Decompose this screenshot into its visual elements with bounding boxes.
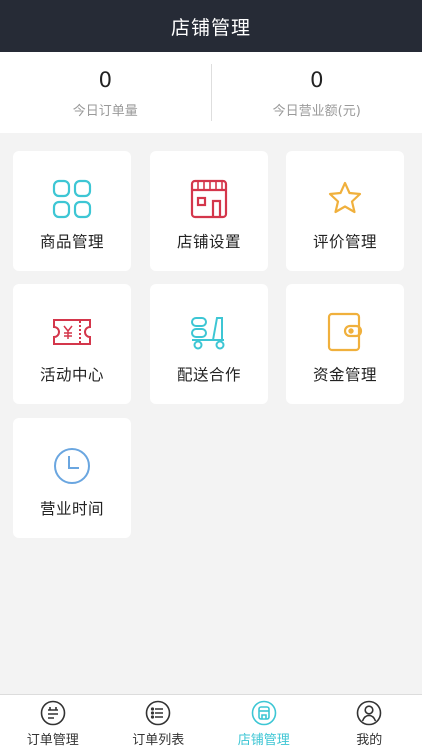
top-bar: 店铺管理	[0, 0, 422, 52]
menu-delivery-cooperation[interactable]: 配送合作	[150, 284, 268, 404]
menu-product-management[interactable]: 商品管理	[13, 151, 131, 271]
coupon-icon	[52, 312, 92, 352]
menu-fund-management[interactable]: 资金管理	[286, 284, 404, 404]
tab-order-management[interactable]: 订单管理	[0, 695, 106, 750]
order-list-icon	[145, 700, 171, 726]
tab-label: 订单列表	[132, 733, 185, 748]
tab-profile[interactable]: 我的	[317, 695, 422, 750]
store-manage-icon	[251, 700, 277, 726]
revenue-amount-label: 今日营业额(元)	[272, 104, 361, 119]
menu-label: 店铺设置	[176, 233, 241, 251]
revenue-amount: 0	[310, 68, 324, 92]
menu-business-hours[interactable]: 营业时间	[13, 418, 131, 538]
menu-label: 配送合作	[176, 366, 241, 384]
delivery-icon	[189, 312, 229, 352]
stat-revenue: 0 今日营业额(元)	[212, 52, 422, 133]
today-stats: 0 今日订单量 0 今日营业额(元)	[0, 52, 422, 133]
bottom-tab-bar: 订单管理 订单列表 店铺管理 我的	[0, 694, 422, 750]
wallet-icon	[325, 312, 365, 352]
menu-store-settings[interactable]: 店铺设置	[150, 151, 268, 271]
menu-label: 评价管理	[312, 233, 377, 251]
menu-review-management[interactable]: 评价管理	[286, 151, 404, 271]
orders-count: 0	[98, 68, 112, 92]
page-title: 店铺管理	[170, 16, 251, 39]
menu-label: 活动中心	[39, 366, 104, 384]
tab-label: 订单管理	[26, 733, 79, 748]
tab-label: 我的	[356, 733, 383, 748]
orders-count-label: 今日订单量	[72, 104, 138, 119]
clock-icon	[52, 446, 92, 486]
tab-store-management[interactable]: 店铺管理	[211, 695, 317, 750]
menu-label: 营业时间	[39, 500, 104, 518]
menu-label: 资金管理	[312, 366, 377, 384]
menu-activity-center[interactable]: 活动中心	[13, 284, 131, 404]
menu-label: 商品管理	[39, 233, 104, 251]
tab-label: 店铺管理	[237, 733, 290, 748]
star-icon	[325, 179, 365, 219]
profile-icon	[356, 700, 382, 726]
order-manage-icon	[40, 700, 66, 726]
grid-icon	[52, 179, 92, 219]
store-icon	[189, 179, 229, 219]
tab-order-list[interactable]: 订单列表	[106, 695, 212, 750]
stat-orders: 0 今日订单量	[0, 52, 211, 133]
